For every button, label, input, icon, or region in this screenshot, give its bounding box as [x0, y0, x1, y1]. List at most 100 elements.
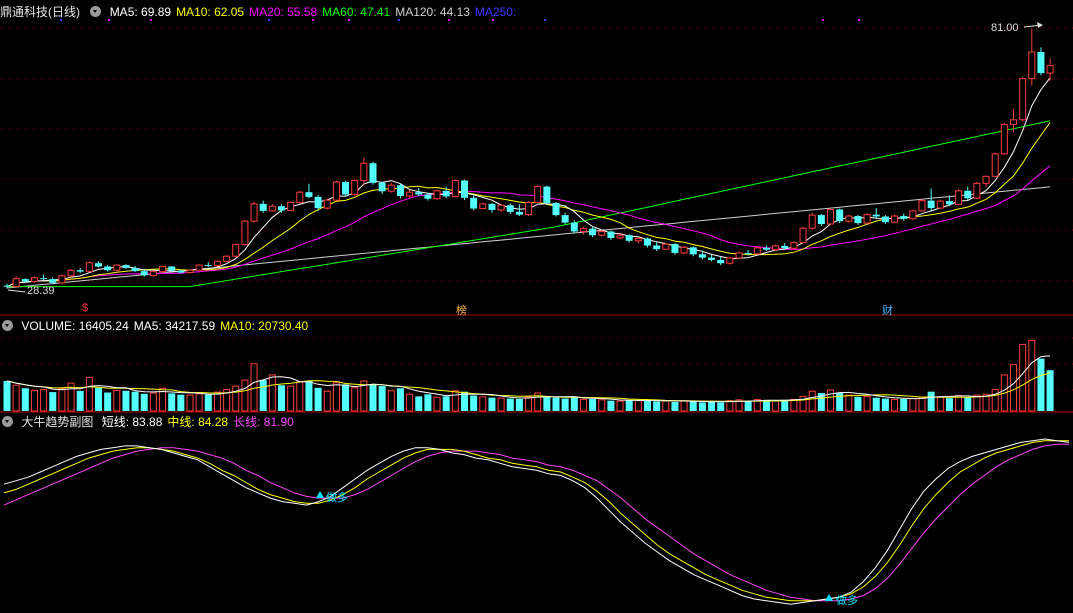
stock-name[interactable]: 鼎通科技(日线) — [0, 5, 80, 19]
volume-bar — [891, 398, 899, 412]
volume-bar — [616, 400, 624, 412]
candle — [964, 186, 972, 201]
candle-body — [1046, 65, 1054, 74]
candle-body — [570, 222, 578, 232]
candle-body — [415, 192, 423, 195]
candle — [726, 257, 734, 265]
price-indicator-3: MA60: 47.41 — [322, 5, 391, 19]
candle — [854, 215, 862, 225]
candle — [579, 226, 587, 235]
trend-menu-icon[interactable] — [2, 416, 13, 427]
volume-bar — [973, 394, 981, 412]
volume-bar — [314, 387, 322, 411]
candle — [104, 265, 112, 272]
candle — [250, 201, 258, 223]
candle-body — [461, 180, 468, 198]
candle — [204, 262, 212, 268]
candle — [918, 199, 926, 212]
candle — [470, 195, 478, 211]
candle-body — [85, 262, 93, 273]
candle — [772, 244, 780, 251]
volume-menu-icon[interactable] — [2, 320, 13, 331]
volume-bar — [268, 374, 276, 412]
candle — [515, 204, 523, 217]
candle — [287, 201, 295, 212]
event-marker-finance[interactable]: 财 — [882, 302, 893, 318]
candle-body — [854, 216, 862, 224]
volume-bar — [964, 397, 972, 411]
candle — [406, 189, 414, 198]
candle — [67, 268, 75, 278]
volume-bar — [58, 388, 66, 412]
candle — [268, 203, 276, 212]
candle — [131, 266, 139, 273]
volume-bar — [369, 384, 377, 411]
indicator-menu-icon[interactable] — [90, 6, 102, 17]
candle — [433, 189, 441, 200]
candle-body — [177, 270, 185, 273]
price-indicator-1: MA10: 62.05 — [176, 5, 245, 19]
volume-bar — [854, 396, 862, 411]
candle-body — [799, 227, 807, 244]
candle-body — [323, 199, 331, 209]
volume-bar — [186, 394, 194, 412]
candlestick-series[interactable] — [3, 28, 1054, 289]
candle — [213, 260, 221, 267]
candle-body — [168, 266, 176, 271]
candle-body — [698, 254, 706, 258]
candle — [378, 181, 386, 195]
candle-body — [470, 197, 478, 209]
price-indicators: MA5: 69.89 MA10: 62.05 MA20: 55.58 MA60: 47… — [110, 5, 522, 19]
candle — [1037, 47, 1045, 76]
volume-bar — [287, 385, 295, 412]
candle — [881, 215, 889, 224]
candle-body — [945, 201, 953, 205]
candle-body — [680, 246, 688, 254]
stock-chart[interactable] — [0, 0, 1073, 613]
trend-signal-label-1: 做多 — [326, 492, 348, 504]
candle-body — [616, 234, 624, 239]
volume-bar — [104, 392, 112, 411]
volume-bar — [396, 388, 404, 411]
candle — [525, 201, 533, 217]
volume-bar — [424, 394, 432, 411]
candle-body — [964, 190, 972, 199]
candle-body — [817, 215, 825, 224]
volume-bar — [863, 395, 871, 412]
volume-bar — [323, 390, 331, 412]
volume-bar — [881, 398, 889, 411]
volume-bar — [387, 390, 395, 412]
volume-indicators: VOLUME: 16405.24 MA5: 34217.59 MA10: 20730… — [21, 319, 313, 333]
candle — [808, 212, 816, 230]
event-marker-dollar[interactable]: $ — [82, 302, 88, 314]
candle-body — [195, 264, 203, 271]
volume-bars[interactable] — [3, 340, 1054, 412]
candle-body — [918, 200, 926, 212]
candle-body — [3, 285, 11, 287]
candle-body — [781, 245, 789, 249]
volume-bar — [177, 394, 185, 411]
candle-body — [287, 201, 295, 211]
trend-signals — [316, 491, 833, 601]
candle-body — [982, 175, 990, 184]
trend-name[interactable]: 大牛趋势副图 — [21, 415, 93, 429]
candle-body — [644, 238, 651, 246]
candle-body — [76, 270, 84, 272]
candle-body — [149, 271, 157, 276]
candle — [671, 243, 679, 255]
candle-body — [762, 247, 770, 250]
candle-body — [250, 203, 258, 222]
candle-body — [424, 194, 432, 199]
signal-arrow-icon — [825, 594, 833, 601]
candle-body — [241, 220, 249, 246]
volume-bar — [305, 380, 313, 411]
candle-body — [900, 216, 908, 219]
candle-body — [625, 235, 633, 241]
candle — [973, 181, 981, 200]
event-marker-rank[interactable]: 榜 — [456, 302, 467, 318]
volume-bar — [1019, 343, 1027, 412]
volume-bar — [955, 395, 963, 412]
volume-bar — [579, 398, 587, 412]
candle-body — [479, 203, 487, 210]
candle-body — [872, 214, 880, 217]
